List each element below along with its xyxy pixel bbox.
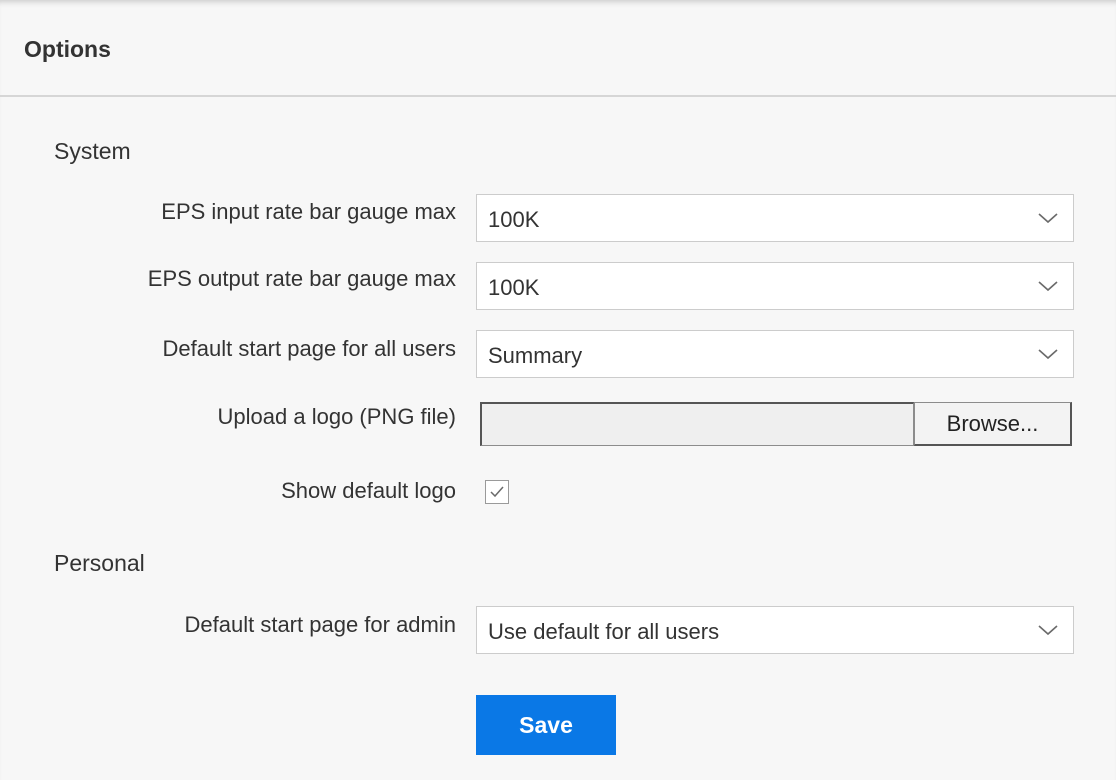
admin-start-page-value: Use default for all users	[488, 619, 720, 644]
browse-button[interactable]: Browse...	[914, 402, 1072, 446]
eps-input-select[interactable]: 100K	[476, 194, 1074, 242]
show-default-logo-checkbox[interactable]	[485, 480, 509, 504]
chevron-down-icon	[1038, 349, 1058, 360]
default-start-page-label: Default start page for all users	[162, 336, 456, 361]
chevron-down-icon	[1038, 281, 1058, 292]
section-title-personal: Personal	[54, 550, 145, 576]
eps-input-value: 100K	[488, 207, 540, 232]
eps-output-value: 100K	[488, 275, 540, 300]
admin-start-page-select[interactable]: Use default for all users	[476, 606, 1074, 654]
upload-logo-label: Upload a logo (PNG file)	[217, 404, 456, 429]
eps-output-label: EPS output rate bar gauge max	[147, 266, 456, 291]
section-title-system: System	[54, 138, 131, 164]
chevron-down-icon	[1038, 625, 1058, 636]
eps-input-label: EPS input rate bar gauge max	[161, 199, 456, 224]
upload-logo-file-field[interactable]	[480, 402, 914, 446]
options-panel: Options System EPS input rate bar gauge …	[0, 0, 1116, 780]
show-default-logo-label: Show default logo	[281, 478, 456, 503]
panel-header: Options	[0, 0, 1116, 97]
panel-title: Options	[24, 36, 111, 62]
default-start-page-select[interactable]: Summary	[476, 330, 1074, 378]
checkmark-icon	[490, 486, 504, 498]
save-button[interactable]: Save	[476, 695, 616, 755]
eps-output-select[interactable]: 100K	[476, 262, 1074, 310]
chevron-down-icon	[1038, 213, 1058, 224]
default-start-page-value: Summary	[488, 343, 583, 368]
admin-start-page-label: Default start page for admin	[184, 612, 456, 637]
